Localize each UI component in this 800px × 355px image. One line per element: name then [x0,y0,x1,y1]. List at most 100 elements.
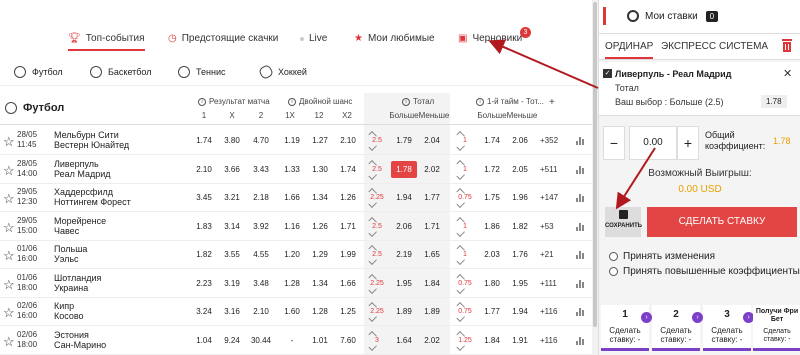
total-line[interactable]: 2.5 [370,131,384,151]
odd-d12[interactable]: 1.01 [308,336,332,345]
odd-r1[interactable]: 1.74 [192,136,216,145]
more-markets-button[interactable]: + [549,97,555,108]
odd-r2[interactable]: 2.10 [249,307,273,316]
odd-r2[interactable]: 2.18 [249,193,273,202]
odd-r2[interactable]: 30.44 [249,336,273,345]
odd-d12[interactable]: 1.26 [308,222,332,231]
odd-r2[interactable]: 3.43 [249,165,273,174]
odd-d1x[interactable]: 1.60 [280,307,304,316]
option-accept-higher[interactable]: Принять повышенные коэффициенты [609,266,800,277]
odd-rx[interactable]: 3.14 [220,222,244,231]
freebet-card[interactable]: Получи Фри Бет Сделать ставку: - [753,305,800,351]
half-total-line[interactable]: 0.75 [458,188,472,208]
odd-rx[interactable]: 3.19 [220,279,244,288]
favorite-star-icon[interactable]: ☆ [3,248,15,264]
promo-card-1[interactable]: 1 Сделать ставку: - [601,305,649,351]
chevron-right-icon[interactable]: › [692,312,703,323]
event-teams[interactable]: Кипр Косово [54,301,84,321]
odd-rx[interactable]: 3.16 [220,307,244,316]
odd-tless[interactable]: 1.84 [420,279,444,288]
event-teams[interactable]: Эстония Сан-Марино [54,330,106,350]
stake-decrease-button[interactable]: − [603,126,625,160]
favorite-star-icon[interactable]: ☆ [3,277,15,293]
odd-rx[interactable]: 3.66 [220,165,244,174]
more-markets-count[interactable]: +116 [540,336,557,345]
odd-tless[interactable]: 1.71 [420,222,444,231]
half-total-line[interactable]: 1 [458,217,472,237]
odd-dx2[interactable]: 7.60 [336,336,360,345]
odd-dx2[interactable]: 1.25 [336,307,360,316]
odd-r2[interactable]: 3.92 [249,222,273,231]
event-teams[interactable]: Мельбурн Сити Вестерн Юнайтед [54,130,129,150]
odd-r1[interactable]: 2.10 [192,165,216,174]
more-markets-count[interactable]: +147 [540,193,558,202]
odd-d12[interactable]: 1.29 [308,250,332,259]
odd-dx2[interactable]: 1.71 [336,222,360,231]
sport-football[interactable]: Футбол [14,66,63,78]
bet-checkbox[interactable]: ✓ [603,69,612,78]
event-teams[interactable]: Морейренсе Чавес [54,216,106,236]
sport-basketball[interactable]: Баскетбол [90,66,152,78]
total-line[interactable]: 2.5 [370,217,384,237]
odd-tmore[interactable]: 2.06 [392,222,416,231]
odd-hmore[interactable]: 1.75 [480,193,504,202]
more-markets-count[interactable]: +116 [540,307,557,316]
odd-d12[interactable]: 1.28 [308,307,332,316]
odd-hmore[interactable]: 1.86 [480,222,504,231]
odd-dx2[interactable]: 1.26 [336,193,360,202]
total-line[interactable]: 2.25 [370,274,384,294]
half-total-line[interactable]: 1 [458,245,472,265]
odd-d1x[interactable]: 1.20 [280,250,304,259]
odd-hless[interactable]: 1.82 [508,222,532,231]
tab-express[interactable]: ЭКСПРЕСС [661,41,716,52]
more-markets-count[interactable]: +111 [540,279,557,288]
stats-icon[interactable] [576,165,585,174]
odd-tmore[interactable]: 1.95 [392,279,416,288]
odd-tmore[interactable]: 1.94 [392,193,416,202]
odd-tless[interactable]: 1.65 [420,250,444,259]
odd-d12[interactable]: 1.34 [308,279,332,288]
odd-dx2[interactable]: 2.10 [336,136,360,145]
odd-r1[interactable]: 1.82 [192,250,216,259]
odd-r2[interactable]: 3.48 [249,279,273,288]
nav-favorites[interactable]: ★ Мои любимые [354,33,435,44]
more-markets-count[interactable]: +21 [540,250,554,259]
odd-d1x[interactable]: 1.33 [280,165,304,174]
half-total-line[interactable]: 1 [458,131,472,151]
odd-tless[interactable]: 1.77 [420,193,444,202]
odd-d1x[interactable]: 1.66 [280,193,304,202]
more-markets-count[interactable]: +511 [540,165,557,174]
promo-card-2[interactable]: 2 Сделать ставку: - [652,305,700,351]
stats-icon[interactable] [576,251,585,259]
odd-hless[interactable]: 1.96 [508,193,532,202]
total-line[interactable]: 2.5 [370,160,384,180]
odd-hmore[interactable]: 1.80 [480,279,504,288]
odd-d12[interactable]: 1.30 [308,165,332,174]
stake-input[interactable]: 0.00 [629,126,677,160]
favorite-star-icon[interactable]: ☆ [3,191,15,207]
odd-hmore[interactable]: 1.74 [480,136,504,145]
odd-hmore[interactable]: 1.84 [480,336,504,345]
odd-hmore[interactable]: 1.72 [480,165,504,174]
odd-hless[interactable]: 2.05 [508,165,532,174]
odd-tless[interactable]: 2.02 [420,336,444,345]
place-bet-button[interactable]: СДЕЛАТЬ СТАВКУ [647,207,797,237]
odd-r1[interactable]: 2.23 [192,279,216,288]
odd-hless[interactable]: 1.91 [508,336,532,345]
odd-r2[interactable]: 4.70 [249,136,273,145]
total-line[interactable]: 2.5 [370,245,384,265]
half-total-line[interactable]: 1 [458,160,472,180]
nav-top-events[interactable]: 🏆︎ Топ-события [68,33,145,51]
odd-tmore[interactable]: 1.64 [392,336,416,345]
scrollbar-thumb[interactable] [593,2,597,327]
favorite-star-icon[interactable]: ☆ [3,134,15,150]
stats-icon[interactable] [576,279,585,288]
odd-r1[interactable]: 3.45 [192,193,216,202]
odd-dx2[interactable]: 1.66 [336,279,360,288]
odd-d12[interactable]: 1.27 [308,136,332,145]
save-button[interactable]: СОХРАНИТЬ [605,207,642,237]
tab-system[interactable]: СИСТЕМА [719,41,768,52]
odd-tless[interactable]: 1.89 [420,307,444,316]
more-markets-count[interactable]: +53 [540,222,554,231]
half-total-line[interactable]: 0.75 [458,274,472,294]
